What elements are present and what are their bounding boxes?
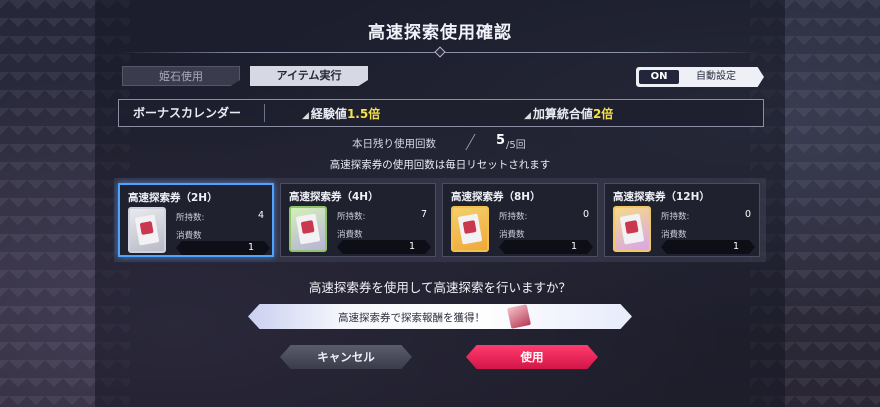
confirm-question: 高速探索券を使用して高速探索を行いますか？ [308,280,572,295]
auto-setting-toggle[interactable]: ON 自動設定 [636,67,764,87]
remaining-label: 本日残り使用回数 [352,138,436,150]
consume-label: 消費数 [176,231,202,241]
own-value: 0 [582,209,589,220]
own-label: 所持数: [661,212,690,222]
own-value: 0 [744,209,751,220]
own-label: 所持数: [176,213,205,223]
consume-label: 消費数 [661,230,687,240]
ticket-card-8h[interactable]: 高速探索券（8H） 所持数: 0 消費数 1 [442,183,598,257]
ticket-name: 高速探索券（4H） [289,191,379,203]
consume-stepper[interactable]: 1 [337,240,431,254]
consume-value: 1 [732,241,739,252]
reset-note: 高速探索券の使用回数は毎日リセットされます [329,159,551,171]
bonus-merge-label: 加算統合値 [532,106,593,121]
ticket-name: 高速探索券（2H） [128,192,218,204]
ticket-name: 高速探索券（8H） [451,191,541,203]
dialog-title: 高速探索使用確認 [368,23,512,43]
cancel-button[interactable]: キャンセル [280,345,412,369]
remaining-uses: 本日残り使用回数 5 /5回 [300,133,560,151]
ticket-icon [128,207,166,253]
remaining-count: 5 [496,133,506,148]
ticket-card-12h[interactable]: 高速探索券（12H） 所持数: 0 消費数 1 [604,183,760,257]
bonus-exp: ◢ 経験値1.5倍 [302,105,380,122]
consume-stepper[interactable]: 1 [661,240,755,254]
use-button[interactable]: 使用 [466,345,598,369]
remaining-divider [465,134,476,150]
bonus-calendar: ボーナスカレンダー ◢ 経験値1.5倍 ◢ 加算統合値2倍 [118,99,764,127]
toggle-label: 自動設定 [696,71,736,82]
consume-value: 1 [408,241,415,252]
ticket-card-2h[interactable]: 高速探索券（2H） 所持数: 4 消費数 1 [118,183,274,257]
ticket-icon [507,304,531,329]
toggle-state: ON [639,70,679,84]
triangle-icon: ◢ [524,110,531,121]
bonus-exp-label: 経験値 [310,106,347,121]
bonus-merge-value: 2倍 [592,106,614,121]
ticket-card-4h[interactable]: 高速探索券（4H） 所持数: 7 消費数 1 [280,183,436,257]
ticket-name: 高速探索券（12H） [613,191,710,203]
consume-stepper[interactable]: 1 [499,240,593,254]
consume-value: 1 [247,242,254,253]
consume-label: 消費数 [499,230,525,240]
tab-himeishi[interactable]: 姫石使用 [122,66,240,86]
remaining-max: /5回 [506,140,526,151]
own-label: 所持数: [337,212,366,222]
bonus-merge: ◢ 加算統合値2倍 [524,105,613,122]
ticket-icon [289,206,327,252]
bonus-exp-value: 1.5倍 [346,106,381,121]
tab-item-execute[interactable]: アイテム実行 [250,66,368,86]
title-divider [118,46,762,58]
consume-value: 1 [570,241,577,252]
ticket-icon [613,206,651,252]
own-value: 7 [420,209,427,220]
own-value: 4 [257,210,264,221]
ticket-list: 高速探索券（2H） 所持数: 4 消費数 1 高速探索券（4H） 所持数: 7 … [114,178,766,262]
reward-banner: 高速探索券で探索報酬を獲得！ [248,304,632,329]
consume-stepper[interactable]: 1 [176,241,270,255]
consume-label: 消費数 [337,230,363,240]
reward-banner-text: 高速探索券で探索報酬を獲得！ [338,312,485,324]
ticket-icon [451,206,489,252]
triangle-icon: ◢ [302,110,309,121]
own-label: 所持数: [499,212,528,222]
bonus-calendar-label: ボーナスカレンダー [119,104,265,122]
